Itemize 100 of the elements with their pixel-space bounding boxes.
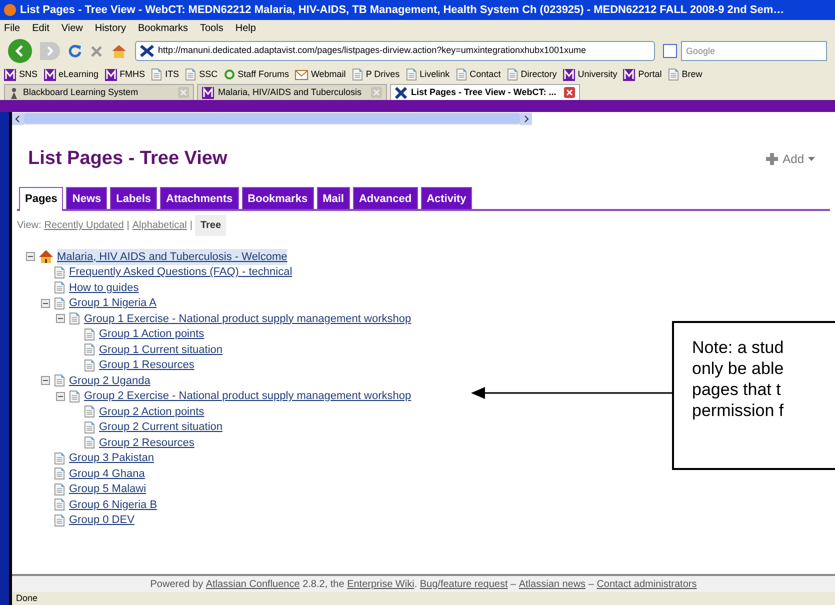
- browser-tab[interactable]: List Pages - Tree View - WebCT: ...: [390, 84, 580, 100]
- footer-link[interactable]: Bug/feature request: [420, 576, 508, 592]
- menu-item[interactable]: History: [94, 21, 126, 36]
- page-icon: [69, 390, 80, 403]
- m-logo-icon: [44, 68, 56, 80]
- close-icon: [371, 87, 382, 98]
- page-icon: [84, 328, 95, 341]
- page-icon: [54, 296, 65, 310]
- tree-link[interactable]: Frequently Asked Questions (FAQ) - technical: [69, 264, 292, 280]
- footer-link[interactable]: Enterprise Wiki: [347, 576, 414, 592]
- page-tab[interactable]: News: [66, 186, 108, 209]
- bookmark[interactable]: Livelink: [406, 68, 450, 82]
- footer-link[interactable]: Atlassian Confluence: [206, 576, 300, 592]
- bookmark[interactable]: Webmail: [294, 68, 346, 82]
- tree-link[interactable]: How to guides: [69, 280, 139, 296]
- page-title: List Pages - Tree View: [28, 147, 228, 171]
- page-icon: [506, 68, 518, 81]
- close-icon: [564, 87, 575, 98]
- bookmark[interactable]: ITS: [151, 68, 180, 82]
- browser-tab[interactable]: Blackboard Learning System: [4, 84, 194, 100]
- bookmark[interactable]: Directory: [506, 68, 557, 82]
- tree-link[interactable]: Group 2 Current situation: [99, 419, 223, 436]
- collapse-icon[interactable]: [56, 392, 65, 401]
- tree-link[interactable]: Group 1 Resources: [99, 357, 194, 374]
- bookmark[interactable]: Staff Forums: [224, 68, 289, 82]
- browser-tab[interactable]: Malaria, HIV/AIDS and Tuberculosis: [197, 84, 387, 100]
- house-icon: [39, 250, 53, 264]
- page-icon: [54, 498, 65, 512]
- page-tab[interactable]: Mail: [316, 186, 350, 209]
- bookmark[interactable]: Brew: [668, 68, 702, 82]
- figure-icon: [9, 86, 19, 98]
- view-label: View:: [17, 219, 42, 233]
- m-logo-icon: [202, 86, 214, 98]
- page-tab[interactable]: Pages: [19, 186, 64, 211]
- tree-link[interactable]: Group 1 Exercise - National product supply management workshop: [84, 310, 412, 327]
- view-link[interactable]: Recently Updated: [44, 218, 124, 233]
- view-link[interactable]: Alphabetical: [132, 218, 187, 233]
- page-icon: [84, 420, 95, 434]
- tree-link[interactable]: Group 2 Exercise - National product supply management workshop: [84, 388, 412, 404]
- collapse-icon[interactable]: [26, 252, 35, 262]
- page-tab[interactable]: Labels: [110, 186, 158, 209]
- page-icon: [151, 68, 162, 81]
- m-logo-icon: [562, 68, 575, 80]
- search-engine-icon[interactable]: [663, 44, 677, 58]
- tree-link[interactable]: Group 2 Resources: [99, 434, 194, 451]
- menu-item[interactable]: Help: [235, 21, 256, 36]
- page-icon: [84, 436, 95, 450]
- scrollbar-thumb[interactable]: [24, 113, 520, 124]
- menu-item[interactable]: View: [61, 21, 83, 36]
- footer-text: Powered by Atlassian Confluence 2.8.2, the Enterprise Wiki. Bug/feature request – Atlassian news – Contact administrators: [12, 574, 835, 592]
- page-icon: [54, 467, 65, 480]
- menu-item[interactable]: Edit: [32, 21, 50, 36]
- tree-link[interactable]: Group 4 Ghana: [69, 466, 145, 482]
- bookmark[interactable]: Portal: [623, 68, 662, 82]
- tree-link[interactable]: Group 2 Uganda: [69, 372, 150, 389]
- page-icon: [84, 358, 95, 372]
- bookmark[interactable]: University: [562, 68, 618, 82]
- caret-icon: [808, 156, 815, 162]
- bookmark[interactable]: SNS: [4, 68, 38, 82]
- collapse-icon[interactable]: [56, 314, 65, 324]
- view-tab[interactable]: Tree: [195, 215, 226, 236]
- menu-item[interactable]: File: [4, 21, 20, 36]
- reload-icon[interactable]: [68, 44, 82, 58]
- page-icon: [84, 343, 95, 356]
- browser-icon: [4, 4, 16, 16]
- collapse-icon[interactable]: [41, 376, 50, 386]
- collapse-icon[interactable]: [41, 298, 50, 308]
- tree-link[interactable]: Group 1 Action points: [99, 326, 204, 342]
- footer-link[interactable]: Atlassian news: [518, 576, 586, 592]
- tree-link[interactable]: Group 0 DEV: [69, 512, 134, 528]
- horizontal-scrollbar[interactable]: [12, 112, 532, 125]
- page-tab[interactable]: Activity: [420, 186, 472, 209]
- page-tab[interactable]: Advanced: [352, 186, 418, 209]
- bookmark[interactable]: Contact: [456, 68, 501, 82]
- bookmark[interactable]: eLearning: [44, 68, 99, 82]
- page-tab[interactable]: Bookmarks: [242, 186, 314, 209]
- tree-link[interactable]: Group 5 Malawi: [69, 481, 146, 498]
- m-logo-icon: [104, 68, 117, 80]
- search-field[interactable]: Google: [681, 41, 827, 61]
- home-icon[interactable]: [111, 44, 127, 58]
- tree-link[interactable]: Group 3 Pakistan: [69, 450, 154, 466]
- page-icon: [84, 405, 95, 418]
- add-button[interactable]: Add: [764, 150, 815, 168]
- tree-link[interactable]: Group 6 Nigeria B: [69, 496, 158, 513]
- footer-link[interactable]: Contact administrators: [596, 576, 697, 592]
- page-tab[interactable]: Attachments: [160, 186, 239, 209]
- bookmark[interactable]: FMHS: [104, 68, 146, 82]
- menu-item[interactable]: Bookmarks: [138, 21, 188, 36]
- bookmark[interactable]: SSC: [185, 68, 218, 82]
- tree-link[interactable]: Group 1 Current situation: [99, 342, 223, 358]
- bookmark[interactable]: P Drives: [352, 68, 400, 82]
- menu-item[interactable]: Tools: [200, 21, 224, 36]
- separator: |: [126, 219, 130, 233]
- page-icon: [54, 452, 65, 465]
- tree-link[interactable]: Malaria, HIV AIDS and Tuberculosis - Welcome: [57, 248, 288, 265]
- tree-link[interactable]: Group 2 Action points: [99, 404, 204, 420]
- address-field[interactable]: http://manuni.dedicated.adaptavist.com/pages/listpages-dirview.action?key=umxintegrationxhubx1001xume: [135, 41, 655, 61]
- back-button[interactable]: [8, 39, 32, 63]
- tree-link[interactable]: Group 1 Nigeria A: [69, 295, 156, 312]
- page-icon: [668, 68, 679, 81]
